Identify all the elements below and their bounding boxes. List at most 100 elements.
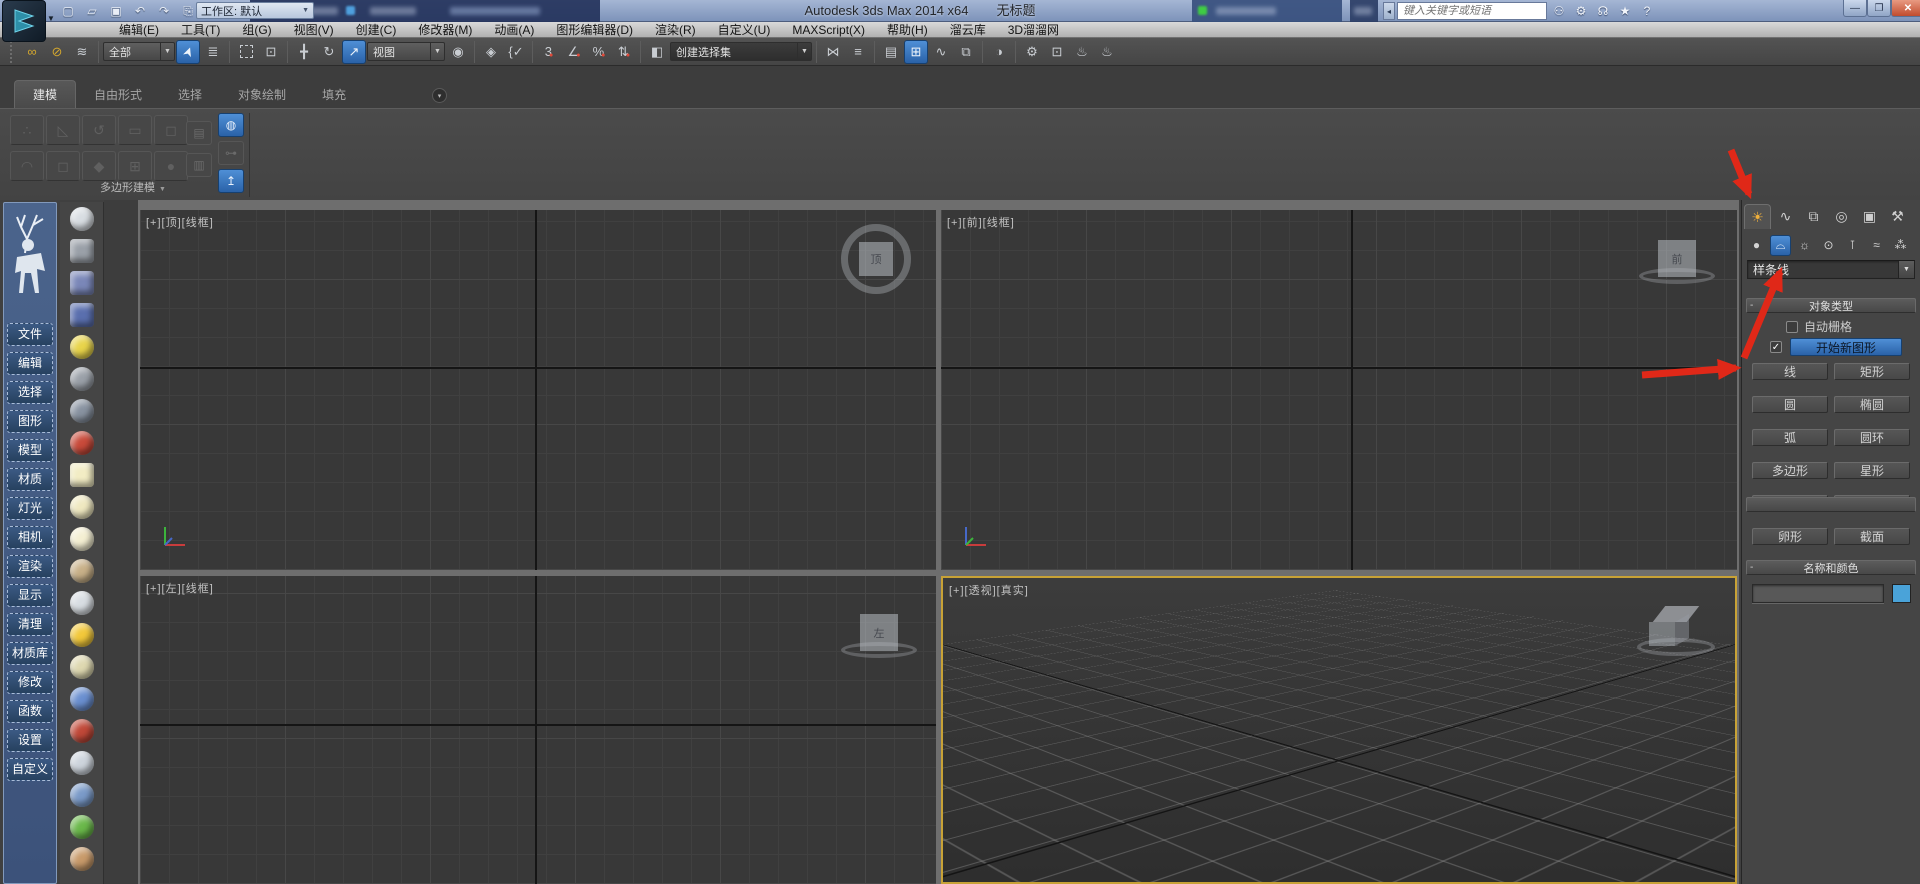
selection-filter-dropdown[interactable]: 全部 ▼: [103, 42, 175, 61]
sidebar-item-cleanup[interactable]: 清理: [7, 613, 53, 636]
molecule-button[interactable]: [67, 716, 97, 746]
communication-center-icon[interactable]: ⚙: [1571, 2, 1591, 20]
cone-button[interactable]: [67, 588, 97, 618]
application-menu-button[interactable]: [2, 0, 46, 42]
ribbon-minimize-button[interactable]: ▾: [432, 88, 447, 103]
menu-item-tools[interactable]: 工具(T): [170, 22, 231, 38]
background-window-3[interactable]: [1350, 0, 1378, 22]
autogrid-checkbox[interactable]: [1786, 320, 1798, 333]
wire-teapot-button[interactable]: [67, 556, 97, 586]
physical-camera-button[interactable]: [67, 428, 97, 458]
poly-tool-button-2[interactable]: ◻: [46, 151, 80, 181]
viewport-left-label[interactable]: [+][左][线框]: [146, 580, 214, 596]
spinner-snap-button[interactable]: ⇅ ●: [612, 40, 636, 64]
menu-item-3dliuliu[interactable]: 3D溜溜网: [997, 22, 1070, 38]
angle-snap-button[interactable]: ∠ ●: [562, 40, 586, 64]
egg-button[interactable]: 卵形: [1752, 528, 1828, 545]
sidebar-item-function[interactable]: 函数: [7, 700, 53, 723]
grass-button[interactable]: [67, 812, 97, 842]
ngon-button[interactable]: 多边形: [1752, 462, 1828, 479]
camera-button[interactable]: [67, 364, 97, 394]
name-color-rollout-header[interactable]: - 名称和颜色: [1746, 560, 1916, 575]
select-and-move-button[interactable]: ╋: [292, 40, 316, 64]
render-iterative-button[interactable]: ♨: [1095, 40, 1119, 64]
render-elements-sheet-button[interactable]: [67, 300, 97, 330]
donut-button[interactable]: 圆环: [1834, 429, 1910, 446]
pyramid-helper-button[interactable]: [67, 748, 97, 778]
menu-item-maxscript[interactable]: MAXScript(X): [781, 22, 876, 38]
unlink-selection-button[interactable]: ⊘: [45, 40, 69, 64]
menu-item-create[interactable]: 创建(C): [345, 22, 408, 38]
rectangular-selection-button[interactable]: [234, 40, 258, 64]
light-lister-button[interactable]: [67, 332, 97, 362]
start-new-shape-checkbox[interactable]: ✓: [1770, 341, 1782, 353]
ribbon-toggle-button-2[interactable]: ⊶: [218, 141, 244, 165]
category-shapes[interactable]: ⌓: [1770, 234, 1791, 256]
search-collapse-button[interactable]: ◂: [1383, 2, 1395, 20]
toolbar-grip[interactable]: [10, 40, 15, 63]
minimize-button[interactable]: —: [1843, 0, 1867, 17]
render-teapot-button[interactable]: [67, 204, 97, 234]
curve-editor-button[interactable]: ∿: [929, 40, 953, 64]
render-setup-button[interactable]: ⚙: [1020, 40, 1044, 64]
reference-coordinate-dropdown[interactable]: 视图 ▼: [367, 42, 445, 61]
ribbon-option-button-4[interactable]: ▤: [186, 121, 212, 145]
select-object-button[interactable]: ➤: [176, 39, 200, 64]
sidebar-item-settings[interactable]: 设置: [7, 729, 53, 752]
menu-item-edit[interactable]: 编辑(E): [108, 22, 170, 38]
rendered-frame-window-button[interactable]: ⊡: [1045, 40, 1069, 64]
named-selection-sets-dropdown[interactable]: 创建选择集 ▼: [670, 42, 812, 61]
render-settings-sheet-button[interactable]: [67, 268, 97, 298]
favorites-icon[interactable]: ★: [1615, 2, 1635, 20]
search-icon[interactable]: ⚇: [1549, 2, 1569, 20]
arc-button[interactable]: 弧: [1752, 429, 1828, 446]
object-color-swatch[interactable]: [1892, 584, 1911, 603]
menu-item-graph-editors[interactable]: 图形编辑器(D): [545, 22, 644, 38]
sidebar-item-modify[interactable]: 修改: [7, 671, 53, 694]
viewcube-ring[interactable]: [1637, 638, 1715, 656]
viewport-front-label[interactable]: [+][前][线框]: [947, 214, 1015, 230]
ribbon-toggle-button-1[interactable]: ◍: [218, 113, 244, 137]
redo-button[interactable]: ↷: [154, 2, 174, 20]
vertex-mode-button[interactable]: ∴: [10, 115, 44, 145]
viewcube-ring[interactable]: [1639, 268, 1715, 284]
category-helpers[interactable]: ⊺: [1842, 235, 1863, 256]
viewport-perspective-label[interactable]: [+][透视][真实]: [949, 582, 1029, 598]
sidebar-item-display[interactable]: 显示: [7, 584, 53, 607]
snap-toggle-button[interactable]: 3 ●: [537, 40, 561, 64]
search-input[interactable]: [1397, 2, 1547, 20]
help-icon[interactable]: ?: [1637, 2, 1657, 20]
circle-button[interactable]: 圆: [1752, 396, 1828, 413]
render-window-button[interactable]: [67, 236, 97, 266]
edit-named-selection-sets-button[interactable]: ◧: [645, 40, 669, 64]
menu-item-modifiers[interactable]: 修改器(M): [407, 22, 483, 38]
select-by-name-button[interactable]: ≣: [201, 40, 225, 64]
rectangle-button[interactable]: 矩形: [1834, 363, 1910, 380]
sidebar-item-material[interactable]: 材质: [7, 468, 53, 491]
ribbon-tab-populate[interactable]: 填充: [304, 81, 364, 108]
select-and-scale-button[interactable]: ↗: [342, 39, 366, 64]
sidebar-item-light[interactable]: 灯光: [7, 497, 53, 520]
viewport-front[interactable]: [+][前][线框] 前: [941, 210, 1737, 570]
sidebar-item-material-library[interactable]: 材质库: [7, 642, 53, 665]
star-button[interactable]: 星形: [1834, 462, 1910, 479]
category-lights[interactable]: ☼: [1794, 235, 1815, 256]
percent-snap-button[interactable]: % ●: [587, 40, 611, 64]
open-file-button[interactable]: ▱: [82, 2, 102, 20]
menu-item-rendering[interactable]: 渲染(R): [644, 22, 707, 38]
menu-item-views[interactable]: 视图(V): [283, 22, 345, 38]
select-and-rotate-button[interactable]: ↻: [317, 40, 341, 64]
viewcube-top-face[interactable]: 顶: [859, 242, 893, 276]
sidebar-item-render[interactable]: 渲染: [7, 555, 53, 578]
render-production-button[interactable]: ♨: [1070, 40, 1094, 64]
scene-explorer-button[interactable]: ⊞: [904, 39, 928, 64]
ribbon-toggle-button-3[interactable]: ↥: [218, 169, 244, 193]
project-folder-button[interactable]: ⎘: [178, 2, 198, 20]
menu-item-group[interactable]: 组(G): [231, 22, 282, 38]
camera-sphere-button[interactable]: [67, 396, 97, 426]
align-button[interactable]: ≡: [846, 40, 870, 64]
poly-tool-button-1[interactable]: ◠: [10, 151, 44, 181]
poly-tool-button-3[interactable]: ◆: [82, 151, 116, 181]
rock-button[interactable]: [67, 780, 97, 810]
menu-item-help[interactable]: 帮助(H): [876, 22, 939, 38]
